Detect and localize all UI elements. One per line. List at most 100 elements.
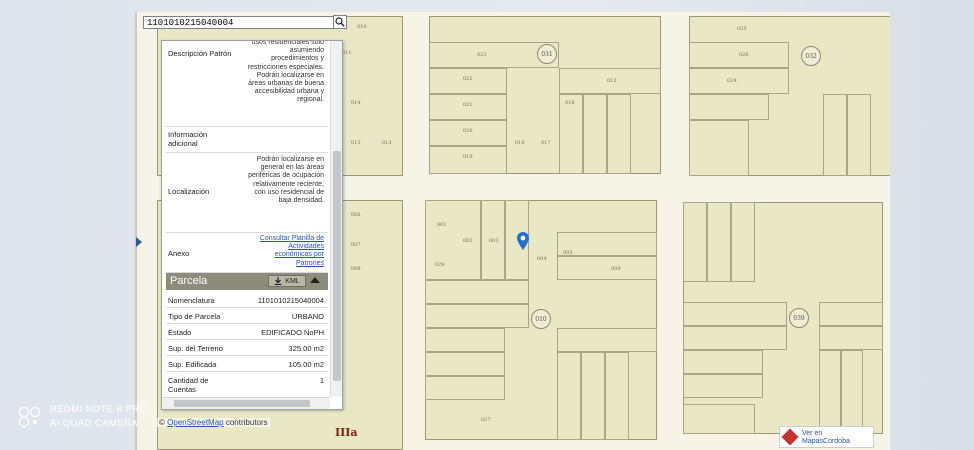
lot-outline xyxy=(819,302,883,326)
lot-outline xyxy=(819,350,841,434)
expand-panel-arrow-icon[interactable] xyxy=(136,237,142,247)
lot-outline xyxy=(683,326,787,350)
lot-number: 007 xyxy=(351,242,361,248)
attr-key: Cantidad de Cuentas xyxy=(168,376,209,394)
localizacion-label: Localización xyxy=(168,187,210,196)
ver-en-line1: Ver en xyxy=(802,430,823,437)
lot-number: 018 xyxy=(515,140,525,146)
ver-en-mapascordoba-button[interactable]: Ver en MapasCordoba xyxy=(779,426,874,448)
scroll-thumb[interactable] xyxy=(333,151,341,381)
location-marker-icon[interactable] xyxy=(517,232,529,250)
descripcion-label: Descripción Patrón xyxy=(168,49,232,58)
lot-number: 005 xyxy=(563,250,573,256)
attr-value: URBANO xyxy=(291,312,324,321)
attr-row: Sup. Edificada 105.00 m2 xyxy=(166,356,328,372)
descripcion-row: Descripción Patrón usos residenciales só… xyxy=(166,41,328,127)
lot-outline xyxy=(689,94,769,120)
lot-outline xyxy=(557,352,581,440)
scroll-thumb[interactable] xyxy=(174,400,310,407)
info-panel: Descripción Patrón usos residenciales só… xyxy=(161,40,343,410)
lot-number: 015 xyxy=(351,140,361,146)
anexo-row: Anexo Consultar Planilla de Actividades … xyxy=(166,233,328,273)
parcela-header: Parcela KML xyxy=(166,273,328,290)
mapascordoba-logo-icon xyxy=(781,428,799,446)
info-adicional-row: Información adicional xyxy=(166,127,328,153)
lot-number: 027 xyxy=(481,417,491,423)
attr-row: Nomenclatura 1101010215040004 xyxy=(166,292,328,308)
lot-outline xyxy=(823,94,847,176)
attr-value: EDIFICADO NoPH xyxy=(261,328,324,337)
block-number: 010 xyxy=(531,309,551,329)
lot-outline xyxy=(583,94,607,174)
attr-row: Sup. del Terreno 325.00 m2 xyxy=(166,340,328,356)
lot-outline xyxy=(429,146,507,174)
lot-outline xyxy=(683,404,755,434)
block-number: 032 xyxy=(801,46,821,66)
lot-outline xyxy=(731,202,755,282)
lot-number: 003 xyxy=(489,238,499,244)
attr-value: 1101010215040004 xyxy=(257,296,324,305)
lot-outline xyxy=(605,352,629,440)
lot-outline xyxy=(557,328,657,352)
lot-outline xyxy=(683,302,787,326)
lot-number: 012 xyxy=(607,78,617,84)
lot-number: 011 xyxy=(342,50,352,56)
lot-number: 017 xyxy=(541,140,551,146)
kml-download-button[interactable]: KML xyxy=(268,275,306,287)
attribution-suffix: contributors xyxy=(225,418,268,427)
lot-number: 016 xyxy=(565,100,575,106)
descripcion-value: usos residenciales sólo asumiendo proced… xyxy=(247,40,324,104)
attr-key: Nomenclatura xyxy=(168,296,215,305)
lot-number: 014 xyxy=(351,100,361,106)
search-input[interactable] xyxy=(143,16,339,29)
lot-outline xyxy=(683,202,707,282)
lot-outline xyxy=(847,94,871,176)
attr-key: Sup. del Terreno xyxy=(168,344,223,353)
lot-outline xyxy=(819,326,883,350)
collapse-triangle-icon[interactable] xyxy=(310,277,320,283)
attr-key: Tipo de Parcela xyxy=(168,312,221,321)
block-number: 039 xyxy=(789,308,809,328)
block-number: 031 xyxy=(537,44,557,64)
lot-outline xyxy=(425,352,505,376)
camera-lens-icon xyxy=(18,406,41,428)
lot-number: 026 xyxy=(739,52,749,58)
watermark-model: REDMI NOTE 8 PRO xyxy=(50,404,148,415)
lot-outline xyxy=(607,94,631,174)
lot-number: 010 xyxy=(357,24,367,30)
lot-outline xyxy=(425,200,481,280)
lot-number: 022 xyxy=(463,76,473,82)
anexo-link[interactable]: Consultar Planilla de Actividades económ… xyxy=(250,235,324,268)
lot-outline xyxy=(689,120,749,176)
lot-outline xyxy=(425,280,529,304)
lot-number: 025 xyxy=(737,26,747,32)
attr-row: Cantidad de Cuentas 1 xyxy=(166,372,328,398)
lot-outline xyxy=(559,94,583,174)
lot-outline xyxy=(581,352,605,440)
attr-key: Estado xyxy=(168,328,192,337)
vertical-scrollbar[interactable] xyxy=(330,41,342,397)
lot-number: 009 xyxy=(611,266,621,272)
attr-key: Sup. Edificada xyxy=(168,360,217,369)
lot-number: 019 xyxy=(463,154,473,160)
lot-outline xyxy=(689,68,789,94)
lot-outline xyxy=(841,350,863,434)
attr-value: 1 xyxy=(319,376,324,385)
osm-link[interactable]: OpenStreetMap xyxy=(167,418,223,427)
lot-number: 023 xyxy=(477,52,487,58)
horizontal-scrollbar[interactable] xyxy=(162,397,330,409)
search-icon xyxy=(335,17,345,27)
zone-label: IIIa xyxy=(335,426,358,439)
lot-outline xyxy=(425,376,505,400)
lot-outline xyxy=(707,202,731,282)
lot-outline xyxy=(557,256,657,280)
parcela-title: Parcela xyxy=(170,275,208,287)
attr-row: Tipo de Parcela URBANO xyxy=(166,308,328,324)
lot-outline xyxy=(683,374,763,398)
watermark-camera: AI QUAD CAMERA xyxy=(50,418,138,429)
lot-outline xyxy=(425,304,529,328)
search-button[interactable] xyxy=(333,15,347,29)
lot-number: 002 xyxy=(463,238,473,244)
anexo-label: Anexo xyxy=(168,249,190,258)
lot-number: 021 xyxy=(463,102,473,108)
